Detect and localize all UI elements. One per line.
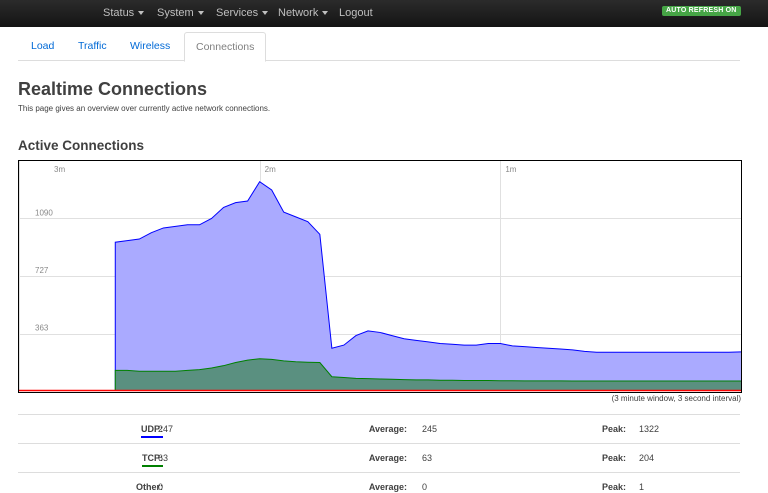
nav-status[interactable]: Status <box>103 6 145 20</box>
page-description: This page gives an overview over current… <box>18 104 271 113</box>
udp-peak-label: Peak: <box>601 424 626 434</box>
tcp-current: 63 <box>158 453 169 463</box>
tcp-average: 63 <box>422 453 433 463</box>
other-current: 0 <box>158 482 164 492</box>
nav-system[interactable]: System <box>157 6 204 20</box>
nav-network-label: Network <box>278 7 319 19</box>
caret-down-icon <box>138 11 145 16</box>
y-tick-label: 727 <box>35 266 49 275</box>
tab-wireless[interactable]: Wireless <box>130 32 170 61</box>
caret-down-icon <box>322 11 329 16</box>
nav-logout[interactable]: Logout <box>339 6 373 20</box>
nav-network[interactable]: Network <box>278 6 329 20</box>
udp-average-label: Average: <box>368 424 407 434</box>
stats-row-other: Other: 0 Average: 0 Peak: 1 <box>18 472 740 493</box>
nav-services[interactable]: Services <box>216 6 269 20</box>
page-title: Realtime Connections <box>18 79 208 99</box>
tab-load[interactable]: Load <box>31 32 54 61</box>
x-tick-label: 2m <box>265 165 276 174</box>
window-note: (3 minute window, 3 second interval) <box>611 394 741 403</box>
tcp-peak-label: Peak: <box>601 453 626 463</box>
connections-chart-svg: 1090 727 363 3m 2m 1m <box>18 160 742 393</box>
tcp-peak: 204 <box>639 453 655 463</box>
udp-current: 247 <box>158 424 174 434</box>
tcp-average-label: Average: <box>368 453 407 463</box>
udp-average: 245 <box>422 424 438 434</box>
top-navbar: Status System Services Network Logout AU… <box>0 0 768 27</box>
udp-peak: 1322 <box>639 424 660 434</box>
other-peak-label: Peak: <box>601 482 626 492</box>
y-tick-label: 1090 <box>35 208 53 217</box>
tab-traffic[interactable]: Traffic <box>78 32 107 61</box>
stats-row-udp: UDP: 247 Average: 245 Peak: 1322 <box>18 414 740 443</box>
nav-services-label: Services <box>216 7 259 19</box>
nav-system-label: System <box>157 7 194 19</box>
stats-row-tcp: TCP: 63 Average: 63 Peak: 204 <box>18 443 740 472</box>
other-average-label: Average: <box>368 482 407 492</box>
connections-chart: 1090 727 363 3m 2m 1m <box>18 160 742 393</box>
nav-status-label: Status <box>103 7 135 19</box>
caret-down-icon <box>197 11 204 16</box>
tab-bar: Load Traffic Wireless Connections <box>18 32 740 62</box>
other-peak: 1 <box>639 482 645 492</box>
stats-table: UDP: 247 Average: 245 Peak: 1322 TCP: 63… <box>18 414 740 493</box>
tab-connections[interactable]: Connections <box>184 32 267 62</box>
auto-refresh-badge[interactable]: AUTO REFRESH ON <box>662 6 741 16</box>
x-tick-label: 1m <box>505 165 516 174</box>
y-tick-label: 363 <box>35 324 49 333</box>
section-title: Active Connections <box>18 138 145 153</box>
nav-logout-label: Logout <box>339 7 373 19</box>
x-tick-label: 3m <box>54 165 65 174</box>
other-average: 0 <box>422 482 428 492</box>
caret-down-icon <box>262 11 269 16</box>
